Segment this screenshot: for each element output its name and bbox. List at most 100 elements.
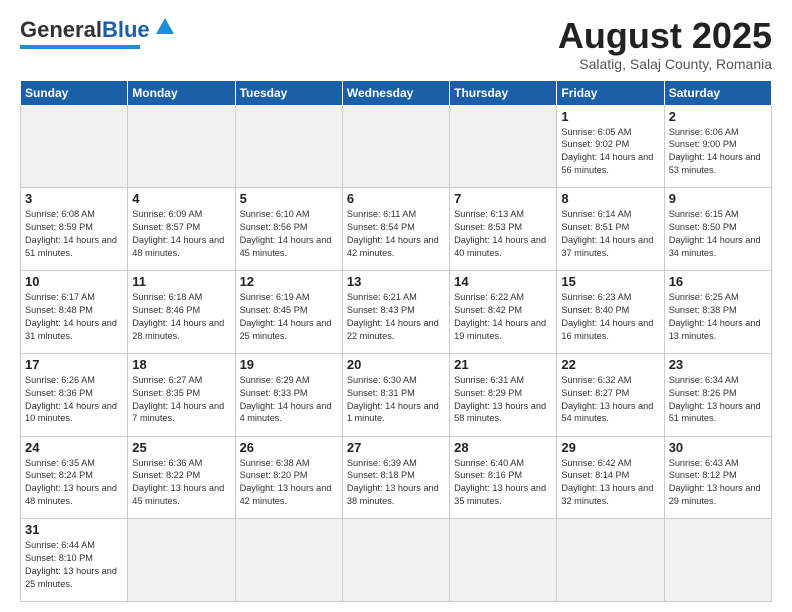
day-info: Sunrise: 6:30 AM Sunset: 8:31 PM Dayligh…: [347, 374, 445, 426]
day-info: Sunrise: 6:19 AM Sunset: 8:45 PM Dayligh…: [240, 291, 338, 343]
calendar-cell: [557, 519, 664, 602]
calendar-cell: 9Sunrise: 6:15 AM Sunset: 8:50 PM Daylig…: [664, 188, 771, 271]
calendar-cell: 26Sunrise: 6:38 AM Sunset: 8:20 PM Dayli…: [235, 436, 342, 519]
day-info: Sunrise: 6:43 AM Sunset: 8:12 PM Dayligh…: [669, 457, 767, 509]
calendar-cell: 19 Sunrise: 6:29 AM Sunset: 8:33 PM Dayli…: [235, 353, 342, 436]
day-number: 19: [240, 357, 338, 372]
day-number: 22: [561, 357, 659, 372]
day-info: Sunrise: 6:29 AM Sunset: 8:33 PM Dayligh…: [240, 374, 338, 426]
day-info: Sunrise: 6:35 AM Sunset: 8:24 PM Dayligh…: [25, 457, 123, 509]
day-number: 10: [25, 274, 123, 289]
calendar-week-row: 3 Sunrise: 6:08 AM Sunset: 8:59 PM Daylig…: [21, 188, 772, 271]
day-number: 30: [669, 440, 767, 455]
day-info: Sunrise: 6:22 AM Sunset: 8:42 PM Dayligh…: [454, 291, 552, 343]
calendar-week-row: 17Sunrise: 6:26 AM Sunset: 8:36 PM Dayli…: [21, 353, 772, 436]
day-number: 29: [561, 440, 659, 455]
logo-icon: [154, 16, 176, 43]
col-header-sunday: Sunday: [21, 80, 128, 105]
calendar-cell: 18Sunrise: 6:27 AM Sunset: 8:35 PM Dayli…: [128, 353, 235, 436]
calendar-week-row: 1Sunrise: 6:05 AM Sunset: 9:02 PM Daylig…: [21, 105, 772, 188]
day-info: Sunrise: 6:15 AM Sunset: 8:50 PM Dayligh…: [669, 208, 767, 260]
day-info: Sunrise: 6:34 AM Sunset: 8:26 PM Dayligh…: [669, 374, 767, 426]
calendar-cell: 25 Sunrise: 6:36 AM Sunset: 8:22 PM Dayli…: [128, 436, 235, 519]
day-info: Sunrise: 6:21 AM Sunset: 8:43 PM Dayligh…: [347, 291, 445, 343]
day-number: 16: [669, 274, 767, 289]
day-number: 21: [454, 357, 552, 372]
day-info: Sunrise: 6:27 AM Sunset: 8:35 PM Dayligh…: [132, 374, 230, 426]
month-year-title: August 2025: [558, 16, 772, 56]
day-info: Sunrise: 6:36 AM Sunset: 8:22 PM Dayligh…: [132, 457, 230, 509]
day-number: 11: [132, 274, 230, 289]
day-number: 8: [561, 191, 659, 206]
calendar-cell: 12 Sunrise: 6:19 AM Sunset: 8:45 PM Dayli…: [235, 271, 342, 354]
col-header-saturday: Saturday: [664, 80, 771, 105]
day-number: 23: [669, 357, 767, 372]
day-info: Sunrise: 6:13 AM Sunset: 8:53 PM Dayligh…: [454, 208, 552, 260]
calendar-cell: 6 Sunrise: 6:11 AM Sunset: 8:54 PM Daylig…: [342, 188, 449, 271]
calendar-cell: 22 Sunrise: 6:32 AM Sunset: 8:27 PM Dayli…: [557, 353, 664, 436]
day-info: Sunrise: 6:08 AM Sunset: 8:59 PM Dayligh…: [25, 208, 123, 260]
calendar-cell: 3 Sunrise: 6:08 AM Sunset: 8:59 PM Daylig…: [21, 188, 128, 271]
calendar-cell: [342, 105, 449, 188]
page: General Blue August 2025 Salatig, Salaj …: [0, 0, 792, 612]
day-number: 14: [454, 274, 552, 289]
calendar-cell: 20 Sunrise: 6:30 AM Sunset: 8:31 PM Dayli…: [342, 353, 449, 436]
calendar-week-row: 31 Sunrise: 6:44 AM Sunset: 8:10 PM Dayli…: [21, 519, 772, 602]
day-info: Sunrise: 6:10 AM Sunset: 8:56 PM Dayligh…: [240, 208, 338, 260]
calendar-week-row: 10Sunrise: 6:17 AM Sunset: 8:48 PM Dayli…: [21, 271, 772, 354]
calendar-cell: 1Sunrise: 6:05 AM Sunset: 9:02 PM Daylig…: [557, 105, 664, 188]
day-info: Sunrise: 6:26 AM Sunset: 8:36 PM Dayligh…: [25, 374, 123, 426]
day-number: 4: [132, 191, 230, 206]
calendar-cell: [128, 105, 235, 188]
day-info: Sunrise: 6:11 AM Sunset: 8:54 PM Dayligh…: [347, 208, 445, 260]
calendar-cell: 30 Sunrise: 6:43 AM Sunset: 8:12 PM Dayli…: [664, 436, 771, 519]
calendar-cell: 29 Sunrise: 6:42 AM Sunset: 8:14 PM Dayli…: [557, 436, 664, 519]
day-info: Sunrise: 6:23 AM Sunset: 8:40 PM Dayligh…: [561, 291, 659, 343]
day-number: 6: [347, 191, 445, 206]
calendar-cell: [450, 519, 557, 602]
calendar-cell: [450, 105, 557, 188]
day-info: Sunrise: 6:25 AM Sunset: 8:38 PM Dayligh…: [669, 291, 767, 343]
calendar-week-row: 24 Sunrise: 6:35 AM Sunset: 8:24 PM Dayli…: [21, 436, 772, 519]
day-number: 3: [25, 191, 123, 206]
day-number: 25: [132, 440, 230, 455]
calendar-cell: 31 Sunrise: 6:44 AM Sunset: 8:10 PM Dayli…: [21, 519, 128, 602]
day-number: 28: [454, 440, 552, 455]
calendar-cell: 2Sunrise: 6:06 AM Sunset: 9:00 PM Daylig…: [664, 105, 771, 188]
calendar-table: SundayMondayTuesdayWednesdayThursdayFrid…: [20, 80, 772, 602]
calendar-cell: 11 Sunrise: 6:18 AM Sunset: 8:46 PM Dayli…: [128, 271, 235, 354]
calendar-cell: 4Sunrise: 6:09 AM Sunset: 8:57 PM Daylig…: [128, 188, 235, 271]
header: General Blue August 2025 Salatig, Salaj …: [20, 16, 772, 72]
day-number: 13: [347, 274, 445, 289]
day-number: 2: [669, 109, 767, 124]
calendar-cell: [128, 519, 235, 602]
logo: General Blue: [20, 16, 176, 49]
day-info: Sunrise: 6:42 AM Sunset: 8:14 PM Dayligh…: [561, 457, 659, 509]
day-number: 26: [240, 440, 338, 455]
calendar-cell: [664, 519, 771, 602]
day-number: 31: [25, 522, 123, 537]
day-number: 20: [347, 357, 445, 372]
calendar-cell: [235, 105, 342, 188]
day-info: Sunrise: 6:32 AM Sunset: 8:27 PM Dayligh…: [561, 374, 659, 426]
day-number: 24: [25, 440, 123, 455]
location-subtitle: Salatig, Salaj County, Romania: [558, 56, 772, 72]
calendar-header-row: SundayMondayTuesdayWednesdayThursdayFrid…: [21, 80, 772, 105]
calendar-cell: 24 Sunrise: 6:35 AM Sunset: 8:24 PM Dayli…: [21, 436, 128, 519]
col-header-friday: Friday: [557, 80, 664, 105]
day-info: Sunrise: 6:40 AM Sunset: 8:16 PM Dayligh…: [454, 457, 552, 509]
calendar-cell: [235, 519, 342, 602]
col-header-tuesday: Tuesday: [235, 80, 342, 105]
calendar-cell: [21, 105, 128, 188]
calendar-cell: 7Sunrise: 6:13 AM Sunset: 8:53 PM Daylig…: [450, 188, 557, 271]
day-info: Sunrise: 6:18 AM Sunset: 8:46 PM Dayligh…: [132, 291, 230, 343]
title-block: August 2025 Salatig, Salaj County, Roman…: [558, 16, 772, 72]
day-number: 12: [240, 274, 338, 289]
calendar-cell: 10Sunrise: 6:17 AM Sunset: 8:48 PM Dayli…: [21, 271, 128, 354]
calendar-cell: 13 Sunrise: 6:21 AM Sunset: 8:43 PM Dayli…: [342, 271, 449, 354]
calendar-cell: 5 Sunrise: 6:10 AM Sunset: 8:56 PM Daylig…: [235, 188, 342, 271]
day-number: 5: [240, 191, 338, 206]
day-info: Sunrise: 6:44 AM Sunset: 8:10 PM Dayligh…: [25, 539, 123, 591]
calendar-cell: [342, 519, 449, 602]
day-info: Sunrise: 6:39 AM Sunset: 8:18 PM Dayligh…: [347, 457, 445, 509]
